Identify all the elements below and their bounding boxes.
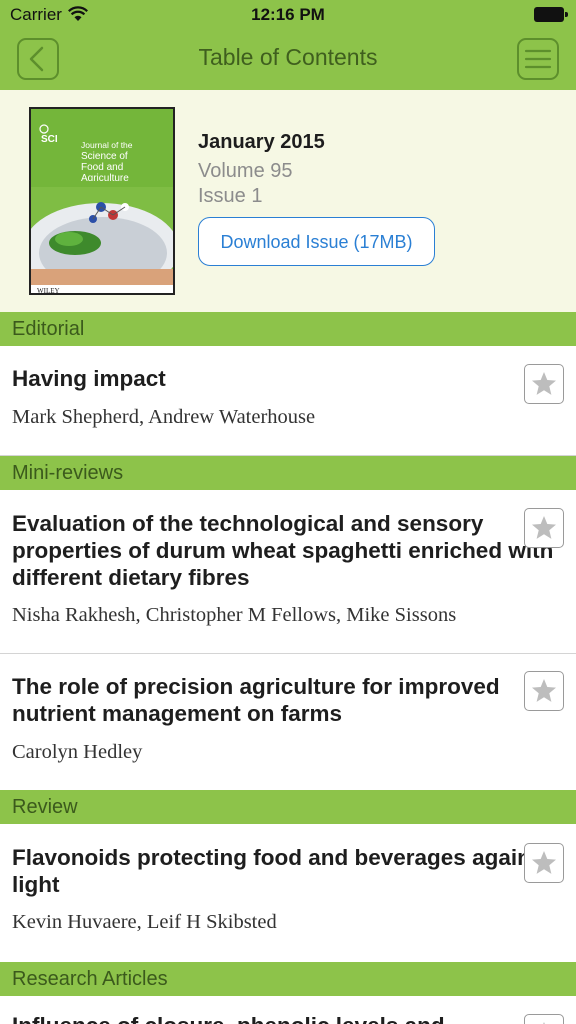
article-title: Evaluation of the technological and sens…	[12, 511, 554, 590]
article-authors: Carolyn Hedley	[12, 741, 143, 763]
article-row[interactable]: The role of precision agriculture for im…	[0, 654, 576, 790]
issue-cover-image[interactable]: SCI Journal of the Science of Food and A…	[29, 107, 175, 295]
star-icon	[532, 516, 556, 539]
star-icon	[532, 851, 556, 874]
article-row[interactable]: Having impact Mark Shepherd, Andrew Wate…	[0, 346, 576, 456]
svg-text:Food and: Food and	[81, 162, 123, 173]
section-title: Mini-reviews	[12, 462, 124, 484]
svg-text:Agriculture: Agriculture	[81, 173, 129, 181]
section-title: Editorial	[12, 318, 85, 340]
page-title: Table of Contents	[198, 44, 378, 70]
section-header-editorial: Editorial	[0, 312, 576, 346]
issue-date: January 2015	[198, 131, 325, 153]
sci-logo: SCI	[39, 124, 58, 145]
svg-text:Journal of the: Journal of the	[81, 140, 133, 150]
section-header-research-articles: Research Articles	[0, 962, 576, 996]
issue-header: SCI Journal of the Science of Food and A…	[0, 90, 576, 312]
star-icon	[543, 1022, 545, 1024]
svg-text:SCI: SCI	[41, 134, 58, 145]
svg-text:Science of: Science of	[81, 151, 128, 162]
status-time: 12:16 PM	[251, 5, 325, 24]
favorite-button[interactable]	[524, 364, 564, 404]
top-chrome: Carrier 12:16 PM Table of Contents	[0, 0, 576, 90]
star-icon	[532, 372, 556, 395]
status-bar: Carrier 12:16 PM	[0, 0, 576, 30]
issue-number: Issue 1	[198, 185, 263, 207]
article-title: Influence of closure, phenolic levels an…	[12, 1012, 564, 1024]
article-row[interactable]: Influence of closure, phenolic levels an…	[0, 996, 576, 1024]
section-header-mini-reviews: Mini-reviews	[0, 456, 576, 490]
hamburger-menu-icon	[524, 49, 552, 69]
article-row[interactable]: Flavonoids protecting food and beverages…	[0, 824, 576, 962]
cover-food-illustration: WILEY	[31, 187, 173, 295]
favorite-button[interactable]	[524, 508, 564, 548]
battery-icon	[534, 7, 568, 22]
article-title: The role of precision agriculture for im…	[12, 674, 500, 726]
cover-title-art: Journal of the Science of Food and Agric…	[81, 140, 133, 181]
article-title: Flavonoids protecting food and beverages…	[12, 845, 551, 897]
menu-button[interactable]	[517, 38, 559, 80]
article-authors: Kevin Huvaere, Leif H Skibsted	[12, 911, 277, 933]
section-title: Review	[12, 796, 78, 818]
favorite-button[interactable]	[524, 843, 564, 883]
section-header-review: Review	[0, 790, 576, 824]
article-row[interactable]: Evaluation of the technological and sens…	[0, 490, 576, 654]
article-authors: Nisha Rakhesh, Christopher M Fellows, Mi…	[12, 604, 457, 626]
article-title: Having impact	[12, 366, 166, 391]
issue-volume: Volume 95	[198, 160, 293, 182]
section-title: Research Articles	[12, 968, 168, 990]
download-issue-button[interactable]: Download Issue (17MB)	[198, 217, 435, 266]
favorite-button[interactable]	[524, 1014, 564, 1024]
nav-bar: Table of Contents	[0, 30, 576, 90]
svg-text:WILEY: WILEY	[37, 287, 60, 295]
star-icon	[532, 679, 556, 702]
favorite-button[interactable]	[524, 671, 564, 711]
article-authors: Mark Shepherd, Andrew Waterhouse	[12, 406, 316, 428]
